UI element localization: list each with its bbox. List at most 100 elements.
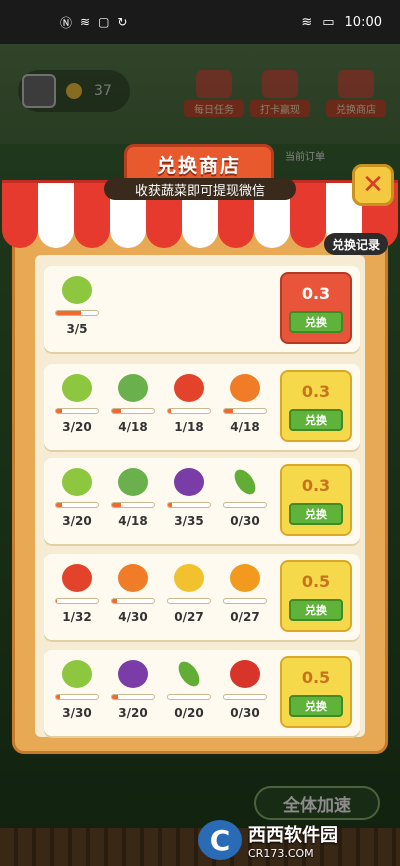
reward-amount: 0.3 <box>301 284 331 303</box>
sync-icon: ↻ <box>117 15 128 29</box>
status-icons-right: ≋ ▭ 10:00 <box>301 15 382 30</box>
watermark-logo: C <box>198 820 242 860</box>
exchange-button[interactable]: 兑换 <box>289 599 343 621</box>
reward-panel: 0.5 兑换 <box>280 656 352 728</box>
nfc-icon: Ⓝ <box>60 15 73 30</box>
close-icon: ✕ <box>362 170 384 200</box>
vegetable-item: 0/20 <box>164 657 214 720</box>
item-count: 3/30 <box>62 706 92 720</box>
vegetable-item: 4/18 <box>108 374 158 434</box>
status-icons-left: Ⓝ ≋ ▢ ↻ <box>60 14 127 31</box>
exchange-card: 1/32 4/30 0/27 0/27 0.5 兑换 <box>44 554 360 640</box>
pea-icon <box>62 468 92 496</box>
progress-bar <box>223 408 267 414</box>
progress-bar <box>111 408 155 414</box>
tomato-icon <box>62 564 92 592</box>
vegetable-item: 3/35 <box>164 468 214 528</box>
pea-icon <box>62 276 92 304</box>
progress-bar <box>55 598 99 604</box>
close-button[interactable]: ✕ <box>352 164 394 206</box>
vegetable-item: 4/18 <box>108 468 158 528</box>
item-count: 1/32 <box>62 610 92 624</box>
modal-subtitle: 收获蔬菜即可提现微信 <box>104 178 296 200</box>
exchange-record-button[interactable]: 兑换记录 <box>324 233 388 255</box>
watermark-url: CR173.COM <box>248 846 314 860</box>
item-count: 4/30 <box>118 610 148 624</box>
vegetable-item: 0/30 <box>220 660 270 720</box>
watermark-text: 西西软件园 <box>248 824 338 846</box>
tomato-icon <box>174 374 204 402</box>
battery-icon: ▭ <box>322 14 335 30</box>
vegetable-item: 1/32 <box>52 564 102 624</box>
item-count: 3/20 <box>118 706 148 720</box>
progress-bar <box>111 694 155 700</box>
progress-bar <box>111 598 155 604</box>
pumpkin-icon <box>230 564 260 592</box>
vegetable-item: 3/30 <box>52 660 102 720</box>
pea-icon <box>62 374 92 402</box>
wifi-icon: ≋ <box>80 15 91 29</box>
vegetable-item: 4/30 <box>108 564 158 624</box>
progress-bar <box>167 598 211 604</box>
reward-panel: 0.5 兑换 <box>280 560 352 632</box>
status-bar: Ⓝ ≋ ▢ ↻ ≋ ▭ 10:00 <box>0 0 400 44</box>
item-count: 3/20 <box>62 514 92 528</box>
exchange-button[interactable]: 兑换 <box>289 311 343 333</box>
vegetable-item: 4/18 <box>220 374 270 434</box>
exchange-button[interactable]: 兑换 <box>289 695 343 717</box>
reward-amount: 0.5 <box>301 668 331 687</box>
watermark: C 西西软件园 CR173.COM <box>198 818 396 862</box>
cucumber-icon <box>230 465 260 499</box>
item-count: 0/27 <box>230 610 260 624</box>
vegetable-item: 0/27 <box>164 564 214 624</box>
progress-bar <box>167 694 211 700</box>
cabbage-icon <box>118 468 148 496</box>
carrot-icon <box>230 374 260 402</box>
vegetable-item: 3/20 <box>52 374 102 434</box>
exchange-button[interactable]: 兑换 <box>289 503 343 525</box>
cabbage-icon <box>118 374 148 402</box>
eggplant-icon <box>118 660 148 688</box>
exchange-card: 3/30 3/20 0/20 0/30 0.5 兑换 <box>44 650 360 736</box>
vegetable-item: 0/30 <box>220 465 270 528</box>
progress-bar <box>111 502 155 508</box>
reward-panel: 0.3 兑换 <box>280 272 352 344</box>
vegetable-item: 0/27 <box>220 564 270 624</box>
pea-icon <box>62 660 92 688</box>
reward-amount: 0.5 <box>301 572 331 591</box>
vegetable-item: 3/5 <box>52 276 102 336</box>
item-count: 0/20 <box>174 706 204 720</box>
reward-panel: 0.3 兑换 <box>280 370 352 442</box>
item-count: 4/18 <box>118 420 148 434</box>
exchange-card: 3/20 4/18 1/18 4/18 0.3 兑换 <box>44 364 360 450</box>
cucumber-icon <box>174 657 204 691</box>
vegetable-item: 3/20 <box>108 660 158 720</box>
progress-bar <box>223 598 267 604</box>
exchange-card: 3/5 0.3 兑换 <box>44 266 360 352</box>
reward-panel: 0.3 兑换 <box>280 464 352 536</box>
item-count: 3/20 <box>62 420 92 434</box>
progress-bar <box>223 502 267 508</box>
exchange-button[interactable]: 兑换 <box>289 409 343 431</box>
carrot-icon <box>118 564 148 592</box>
progress-bar <box>55 408 99 414</box>
progress-bar <box>55 502 99 508</box>
corn-icon <box>174 564 204 592</box>
vegetable-item: 3/20 <box>52 468 102 528</box>
pepper-icon <box>230 660 260 688</box>
wifi-icon: ≋ <box>301 14 313 30</box>
item-count: 0/30 <box>230 514 260 528</box>
progress-bar <box>167 502 211 508</box>
item-count: 3/5 <box>66 322 88 336</box>
item-count: 0/27 <box>174 610 204 624</box>
bag-icon: ▢ <box>98 15 110 29</box>
exchange-card: 3/20 4/18 3/35 0/30 0.3 兑换 <box>44 458 360 544</box>
progress-bar <box>167 408 211 414</box>
eggplant-icon <box>174 468 204 496</box>
status-time: 10:00 <box>344 14 382 30</box>
item-count: 1/18 <box>174 420 204 434</box>
item-count: 4/18 <box>118 514 148 528</box>
item-count: 3/35 <box>174 514 204 528</box>
reward-amount: 0.3 <box>301 382 331 401</box>
item-count: 0/30 <box>230 706 260 720</box>
